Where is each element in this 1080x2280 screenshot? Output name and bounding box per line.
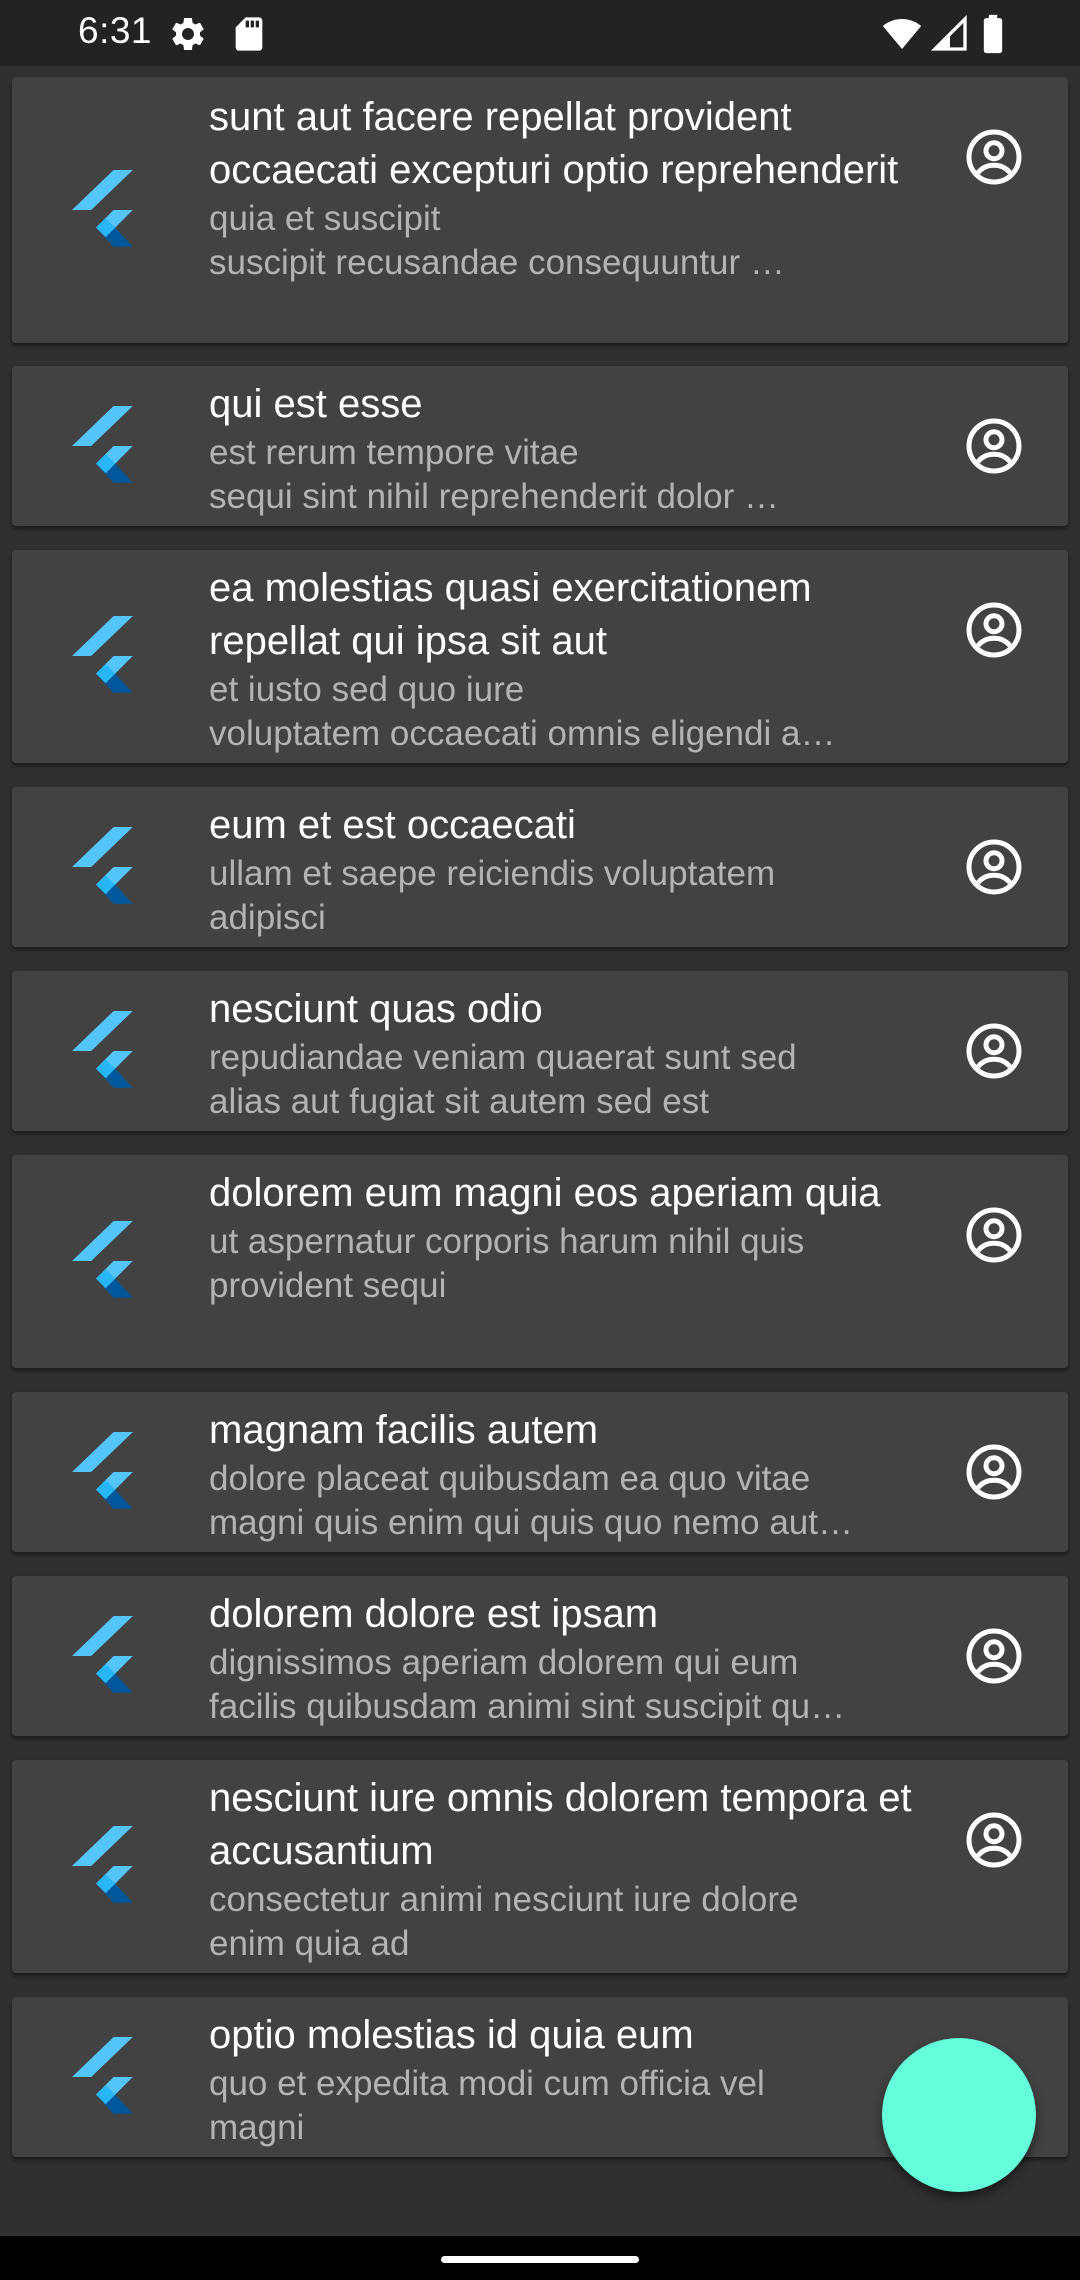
- list-item[interactable]: dolorem dolore est ipsam dignissimos ape…: [12, 1576, 1068, 1736]
- post-title: dolorem eum magni eos aperiam quia: [209, 1171, 881, 1215]
- list-item[interactable]: nesciunt iure omnis dolorem tempora et a…: [12, 1760, 1068, 1973]
- list-item[interactable]: sunt aut facere repellat provident occae…: [12, 77, 1068, 343]
- battery-icon: [980, 14, 1006, 54]
- wifi-icon: [880, 14, 924, 54]
- list-item[interactable]: ea molestias quasi exercitationem repell…: [12, 550, 1068, 763]
- post-body: quo et expedita modi cum officia vel mag…: [209, 2064, 765, 2147]
- list-item-text: nesciunt quas odio repudiandae veniam qu…: [209, 983, 929, 1124]
- post-title: nesciunt quas odio: [209, 987, 543, 1031]
- list-item[interactable]: eum et est occaecati ullam et saepe reic…: [12, 787, 1068, 947]
- app-screen: 6:31 sunt aut facere repellat provident …: [0, 0, 1080, 2280]
- flutter-logo-icon: [64, 616, 144, 696]
- home-gesture-handle[interactable]: [441, 2256, 639, 2263]
- post-title: nesciunt iure omnis dolorem tempora et a…: [209, 1776, 912, 1873]
- post-title: qui est esse: [209, 382, 423, 426]
- list-item[interactable]: nesciunt quas odio repudiandae veniam qu…: [12, 971, 1068, 1131]
- sd-card-icon: [229, 14, 269, 54]
- post-body: ullam et saepe reiciendis voluptatem adi…: [209, 854, 776, 937]
- account-circle-icon[interactable]: [964, 837, 1024, 897]
- flutter-logo-icon: [64, 1221, 144, 1301]
- navigation-bar: [0, 2236, 1080, 2280]
- flutter-logo-icon: [64, 406, 144, 486]
- post-title: eum et est occaecati: [209, 803, 576, 847]
- post-body: dignissimos aperiam dolorem qui eum faci…: [209, 1643, 846, 1726]
- list-item-text: nesciunt iure omnis dolorem tempora et a…: [209, 1772, 929, 1966]
- flutter-logo-icon: [64, 1826, 144, 1906]
- list-item-text: dolorem eum magni eos aperiam quia ut as…: [209, 1167, 929, 1308]
- list-item-text: eum et est occaecati ullam et saepe reic…: [209, 799, 929, 940]
- flutter-logo-icon: [64, 827, 144, 907]
- account-circle-icon[interactable]: [964, 1021, 1024, 1081]
- status-bar: 6:31: [0, 0, 1080, 66]
- status-time: 6:31: [78, 10, 153, 51]
- post-title: dolorem dolore est ipsam: [209, 1592, 659, 1636]
- flutter-logo-icon: [64, 170, 144, 250]
- list-item-text: magnam facilis autem dolore placeat quib…: [209, 1404, 929, 1545]
- flutter-logo-icon: [64, 1011, 144, 1091]
- post-body: quia et suscipit suscipit recusandae con…: [209, 199, 785, 282]
- list-item-text: sunt aut facere repellat provident occae…: [209, 91, 929, 285]
- account-circle-icon[interactable]: [964, 1442, 1024, 1502]
- list-item-text: qui est esse est rerum tempore vitae seq…: [209, 378, 929, 519]
- post-title: optio molestias id quia eum: [209, 2013, 694, 2057]
- list-item-text: ea molestias quasi exercitationem repell…: [209, 562, 929, 756]
- list-item[interactable]: magnam facilis autem dolore placeat quib…: [12, 1392, 1068, 1552]
- account-circle-icon[interactable]: [964, 416, 1024, 476]
- flutter-logo-icon: [64, 2037, 144, 2117]
- floating-action-button[interactable]: [882, 2038, 1036, 2192]
- post-body: et iusto sed quo iure voluptatem occaeca…: [209, 670, 836, 753]
- post-title: magnam facilis autem: [209, 1408, 599, 1452]
- flutter-logo-icon: [64, 1616, 144, 1696]
- list-item-text: dolorem dolore est ipsam dignissimos ape…: [209, 1588, 929, 1729]
- signal-icon: [930, 14, 970, 54]
- post-title: sunt aut facere repellat provident occae…: [209, 95, 899, 192]
- account-circle-icon[interactable]: [964, 1205, 1024, 1265]
- account-circle-icon[interactable]: [964, 1626, 1024, 1686]
- list-item[interactable]: qui est esse est rerum tempore vitae seq…: [12, 366, 1068, 526]
- list-item[interactable]: dolorem eum magni eos aperiam quia ut as…: [12, 1155, 1068, 1368]
- gear-icon: [168, 14, 208, 54]
- list-item-text: optio molestias id quia eum quo et exped…: [209, 2009, 929, 2150]
- post-body: ut aspernatur corporis harum nihil quis …: [209, 1222, 805, 1305]
- post-body: est rerum tempore vitae sequi sint nihil…: [209, 433, 780, 516]
- post-body: dolore placeat quibusdam ea quo vitae ma…: [209, 1459, 853, 1542]
- account-circle-icon[interactable]: [964, 127, 1024, 187]
- account-circle-icon[interactable]: [964, 1810, 1024, 1870]
- post-body: repudiandae veniam quaerat sunt sed alia…: [209, 1038, 797, 1121]
- post-title: ea molestias quasi exercitationem repell…: [209, 566, 812, 663]
- flutter-logo-icon: [64, 1432, 144, 1512]
- post-body: consectetur animi nesciunt iure dolore e…: [209, 1880, 799, 1963]
- account-circle-icon[interactable]: [964, 600, 1024, 660]
